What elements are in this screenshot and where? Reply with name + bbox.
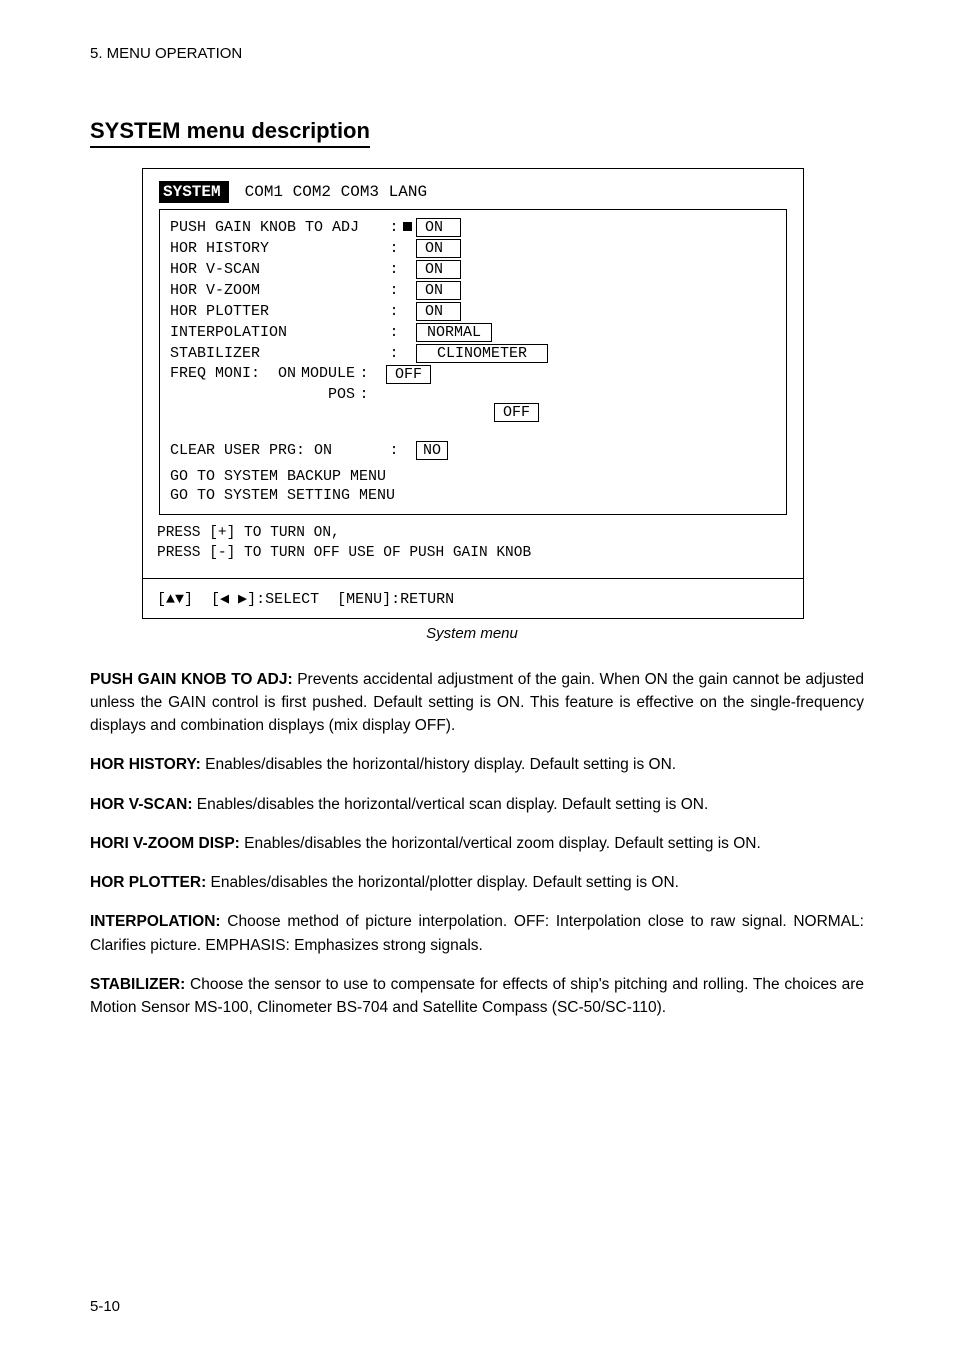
definition: Enables/disables the horizontal/vertical… xyxy=(240,835,761,852)
value-box: ON xyxy=(416,239,461,258)
menu-inner: PUSH GAIN KNOB TO ADJ: ON HOR HISTORY: O… xyxy=(159,209,787,515)
row-hor-history: HOR HISTORY: ON xyxy=(170,239,776,258)
row-goto-setting: GO TO SYSTEM SETTING MENU xyxy=(170,487,776,504)
label: GO TO SYSTEM BACKUP MENU xyxy=(170,468,386,485)
tab-rest: COM1 COM2 COM3 LANG xyxy=(245,183,427,201)
label: CLEAR USER PRG: ON xyxy=(170,442,385,459)
term: PUSH GAIN KNOB TO ADJ: xyxy=(90,671,293,688)
row-stabilizer: STABILIZER: CLINOMETER xyxy=(170,344,776,363)
desc-hor-history: HOR HISTORY: Enables/disables the horizo… xyxy=(90,753,864,776)
row-hor-vzoom: HOR V-ZOOM: ON xyxy=(170,281,776,300)
menu-tabs: SYSTEM COM1 COM2 COM3 LANG xyxy=(143,169,803,209)
row-goto-backup: GO TO SYSTEM BACKUP MENU xyxy=(170,468,776,485)
value-box: OFF xyxy=(386,365,431,384)
value-box: ON xyxy=(416,218,461,237)
desc-stabilizer: STABILIZER: Choose the sensor to use to … xyxy=(90,973,864,1020)
row-clear-user-prg: CLEAR USER PRG: ON: NO xyxy=(170,441,776,460)
menu-hint: [▲▼] [◀ ▶]:SELECT [MENU]:RETURN xyxy=(143,578,803,618)
page-header: 5. MENU OPERATION xyxy=(90,45,864,62)
row-hor-vscan: HOR V-SCAN: ON xyxy=(170,260,776,279)
desc-hor-vscan: HOR V-SCAN: Enables/disables the horizon… xyxy=(90,793,864,816)
row-freq-moni: FREQ MONI: ON MODULE : OFF xyxy=(170,365,776,384)
desc-interpolation: INTERPOLATION: Choose method of picture … xyxy=(90,910,864,957)
value-box: NO xyxy=(416,441,448,460)
row-hor-plotter: HOR PLOTTER: ON xyxy=(170,302,776,321)
definition: Choose the sensor to use to compensate f… xyxy=(90,976,864,1016)
term: HORI V-ZOOM DISP: xyxy=(90,835,240,852)
figure-caption: System menu xyxy=(142,625,802,642)
definition: Enables/disables the horizontal/vertical… xyxy=(192,796,708,813)
value-box: NORMAL xyxy=(416,323,492,342)
page-number: 5-10 xyxy=(90,1298,120,1315)
definition: Enables/disables the horizontal/history … xyxy=(201,756,676,773)
term: HOR PLOTTER: xyxy=(90,874,206,891)
footer-line-1: PRESS [+] TO TURN ON, xyxy=(157,525,340,541)
desc-push-gain: PUSH GAIN KNOB TO ADJ: Prevents accident… xyxy=(90,668,864,738)
menu-footer: PRESS [+] TO TURN ON, PRESS [-] TO TURN … xyxy=(143,519,803,578)
row-pos: POS : OFF xyxy=(170,386,776,439)
term: INTERPOLATION: xyxy=(90,913,221,930)
value-box: OFF xyxy=(494,403,539,422)
desc-hor-plotter: HOR PLOTTER: Enables/disables the horizo… xyxy=(90,871,864,894)
label: GO TO SYSTEM SETTING MENU xyxy=(170,487,395,504)
label: INTERPOLATION xyxy=(170,324,385,341)
row-interpolation: INTERPOLATION: NORMAL xyxy=(170,323,776,342)
label: PUSH GAIN KNOB TO ADJ xyxy=(170,219,385,236)
term: HOR HISTORY: xyxy=(90,756,201,773)
term: STABILIZER: xyxy=(90,976,185,993)
section-title: SYSTEM menu description xyxy=(90,118,370,148)
sub-label: MODULE xyxy=(290,365,355,382)
label: FREQ MONI: ON xyxy=(170,365,290,382)
label: HOR V-SCAN xyxy=(170,261,385,278)
value-box: ON xyxy=(416,302,461,321)
menu-frame: SYSTEM COM1 COM2 COM3 LANG PUSH GAIN KNO… xyxy=(90,168,864,642)
label: HOR PLOTTER xyxy=(170,303,385,320)
value-box: ON xyxy=(416,281,461,300)
tab-system: SYSTEM xyxy=(159,181,229,203)
value-box: ON xyxy=(416,260,461,279)
sub-label: POS xyxy=(290,386,355,403)
desc-hor-vzoom: HORI V-ZOOM DISP: Enables/disables the h… xyxy=(90,832,864,855)
label: HOR V-ZOOM xyxy=(170,282,385,299)
label: STABILIZER xyxy=(170,345,385,362)
marker-icon xyxy=(403,222,412,231)
footer-line-2: PRESS [-] TO TURN OFF USE OF PUSH GAIN K… xyxy=(157,545,531,561)
row-push-gain: PUSH GAIN KNOB TO ADJ: ON xyxy=(170,218,776,237)
definition: Enables/disables the horizontal/plotter … xyxy=(206,874,679,891)
term: HOR V-SCAN: xyxy=(90,796,192,813)
label: HOR HISTORY xyxy=(170,240,385,257)
value-box: CLINOMETER xyxy=(416,344,548,363)
